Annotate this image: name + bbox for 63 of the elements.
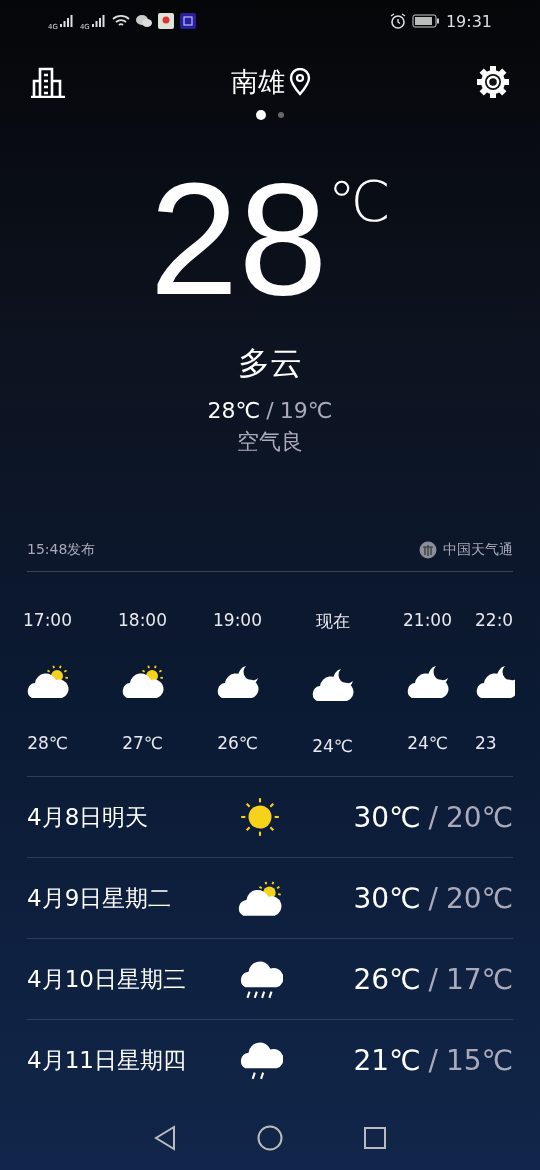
publish-time: 15:48发布 [27, 541, 96, 559]
wifi-icon [111, 14, 130, 28]
home-icon[interactable] [257, 1125, 283, 1151]
day-date: 4月11日星期四 [27, 1045, 187, 1075]
hour-temperature: 24℃ [312, 736, 353, 757]
hour-label: 21:00 [403, 610, 452, 630]
day-high-temperature: 30℃ [353, 881, 421, 915]
location-pin-icon [289, 68, 311, 96]
cloud-sun-icon [120, 664, 165, 700]
day-date: 4月9日星期二 [27, 883, 173, 913]
alarm-icon [389, 13, 406, 29]
page-dot[interactable] [256, 110, 266, 120]
separator: / [266, 398, 274, 423]
hour-label: 18:00 [118, 610, 167, 630]
app-icon [179, 13, 196, 29]
hour-temperature: 27℃ [122, 733, 163, 754]
hour-temperature: 24℃ [407, 733, 448, 754]
cloud-sun-icon [237, 879, 283, 917]
weather-condition: 多云 [237, 343, 303, 384]
hour-label: 19:00 [213, 610, 262, 630]
back-icon[interactable] [153, 1125, 177, 1151]
separator: / [428, 881, 438, 915]
day-high-temperature: 30℃ [353, 800, 421, 834]
day-date: 4月10日星期三 [27, 964, 187, 994]
day-high-temperature: 21℃ [353, 1043, 421, 1077]
day-low-temperature: 20℃ [445, 881, 513, 915]
hour-label: 现在 [315, 610, 350, 633]
settings-icon[interactable] [476, 65, 510, 99]
signal-icon [59, 15, 74, 27]
city-buildings-icon[interactable] [30, 66, 66, 98]
provider-logo-icon [419, 541, 437, 559]
low-temperature: 19℃ [279, 398, 333, 423]
cloud-moon-icon [475, 664, 515, 700]
separator: / [428, 962, 438, 996]
signal-icon [91, 15, 106, 27]
cloud-sun-icon [25, 664, 70, 700]
day-date: 4月8日明天 [27, 802, 150, 832]
separator: / [428, 800, 438, 834]
cloud-moon-icon [405, 664, 450, 700]
current-temperature: 28 [149, 164, 328, 314]
hour-temperature: 23 [475, 733, 497, 754]
day-high-temperature: 26℃ [353, 962, 421, 996]
status-time: 19:31 [445, 11, 492, 31]
cloud-moon-icon [215, 664, 260, 700]
recents-icon[interactable] [363, 1126, 387, 1150]
high-temperature: 28℃ [207, 398, 261, 423]
temperature-unit: ℃ [327, 172, 391, 236]
hour-temperature: 26℃ [217, 733, 258, 754]
hour-label: 17:00 [23, 610, 72, 630]
hour-label: 22:0 [475, 610, 514, 630]
day-low-temperature: 17℃ [445, 962, 513, 996]
air-quality: 空气良 [236, 428, 304, 456]
separator: / [428, 1043, 438, 1077]
battery-icon [411, 14, 440, 28]
city-name: 南雄 [231, 65, 285, 99]
day-low-temperature: 20℃ [445, 800, 513, 834]
page-dot[interactable] [278, 112, 284, 118]
provider-name: 中国天气通 [443, 541, 513, 559]
chat-icon [135, 14, 152, 28]
day-low-temperature: 15℃ [445, 1043, 513, 1077]
cloud-moon-icon [310, 667, 355, 703]
hour-temperature: 28℃ [27, 733, 68, 754]
map-app-icon [157, 13, 174, 29]
